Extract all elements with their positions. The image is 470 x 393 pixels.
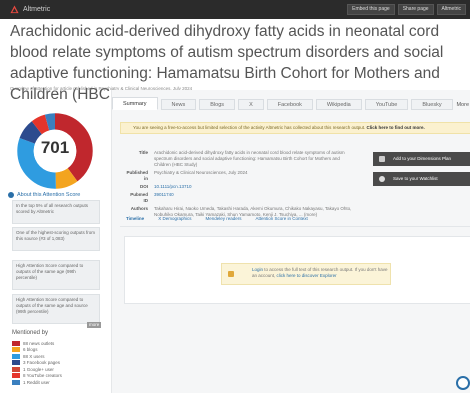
mention-label: 88 news outlets: [23, 340, 55, 346]
detail-row: Published in Psychiatry & Clinical Neuro…: [126, 170, 356, 182]
embed-page-button[interactable]: Embed this page: [347, 4, 395, 15]
facebook-swatch: [12, 360, 20, 366]
mention-list: 88 news outlets 6 blogs 88 X users 3 Fac…: [12, 340, 102, 386]
stat-box: High Attention Score compared to outputs…: [12, 294, 100, 324]
mention-label: 6 blogs: [23, 347, 38, 353]
lock-icon: [228, 271, 234, 277]
tab-news[interactable]: News: [160, 99, 197, 110]
article-details: Title Arachidonic acid-derived dihydroxy…: [126, 150, 356, 220]
x-swatch: [12, 353, 20, 359]
subtab-score-context[interactable]: Attention Score in Context: [255, 216, 307, 221]
reddit-swatch: [12, 379, 20, 385]
tab-blogs[interactable]: Blogs: [199, 99, 236, 110]
mention-label: 1 Reddit user: [23, 379, 50, 385]
brand-label: Altmetric: [23, 6, 51, 13]
alert-link[interactable]: Click here to find out more.: [366, 125, 424, 130]
mentioned-by-title: Mentioned by: [12, 330, 49, 336]
login-text: Login to access the full text of this re…: [252, 267, 388, 279]
subtab-demographics[interactable]: X Demographics: [158, 216, 191, 221]
action-label: Add to your Dimensions Plan: [393, 156, 452, 161]
limited-access-alert: You are seeing a free-to-access but limi…: [120, 122, 470, 134]
blogs-swatch: [12, 347, 20, 353]
plus-icon: [379, 156, 385, 162]
action-label: Save to your Watchlist: [393, 176, 438, 181]
stat-box: In the top 5% of all research outputs sc…: [12, 200, 100, 224]
google-swatch: [12, 366, 20, 372]
mention-reddit[interactable]: 1 Reddit user: [12, 379, 102, 386]
tab-more[interactable]: More: [456, 102, 469, 108]
login-panel: Login to access the full text of this re…: [124, 236, 470, 304]
help-chat-icon[interactable]: [456, 376, 470, 390]
mention-label: 88 X users: [23, 353, 45, 359]
stat-box: High Attention Score compared to outputs…: [12, 260, 100, 290]
brand[interactable]: Altmetric: [10, 5, 50, 14]
divider: [120, 226, 470, 227]
share-page-button[interactable]: Share page: [397, 4, 434, 15]
detail-key: Title: [138, 150, 148, 155]
tab-bluesky[interactable]: Bluesky: [411, 99, 453, 110]
about-score-link[interactable]: About this Attention Score: [8, 192, 102, 198]
detail-value: Arachidonic acid-derived dihydroxy fatty…: [154, 150, 345, 167]
sidebar: 701 About this Attention Score In the to…: [6, 100, 102, 393]
mention-label: 1 Google+ user: [23, 366, 54, 372]
tab-youtube[interactable]: YouTube: [364, 99, 409, 110]
subtab-bar: Timeline X Demographics Mendeley readers…: [126, 216, 308, 221]
topbar-actions: Embed this page Share page Altmetric: [347, 4, 466, 15]
detail-row: Title Arachidonic acid-derived dihydroxy…: [126, 150, 356, 168]
about-score-label: About this Attention Score: [17, 192, 81, 198]
tab-facebook[interactable]: Facebook: [266, 99, 313, 110]
more-button[interactable]: more: [87, 322, 102, 328]
add-to-plan-button[interactable]: Add to your Dimensions Plan: [373, 152, 470, 166]
altmetric-logo-icon: [10, 5, 19, 14]
info-icon: [8, 192, 14, 198]
login-link[interactable]: Login: [252, 267, 263, 272]
subtab-mendeley[interactable]: Mendeley readers: [205, 216, 241, 221]
main-panel: Summary News Blogs X Facebook Wikipedia …: [111, 90, 470, 393]
detail-value: Psychiatry & Clinical Neurosciences, Jul…: [154, 170, 248, 175]
alert-text: You are seeing a free-to-access but limi…: [133, 125, 366, 130]
mention-label: 3 Facebook pages: [23, 360, 61, 366]
tab-wikipedia[interactable]: Wikipedia: [315, 99, 362, 110]
attention-donut[interactable]: 701: [14, 110, 96, 192]
doi-link[interactable]: 10.1111/pcn.13710: [154, 184, 356, 190]
detail-key: DOI: [139, 184, 148, 189]
mention-label: 8 YouTube creators: [23, 373, 62, 379]
detail-key: Pubmed ID: [130, 192, 148, 203]
login-prompt: Login to access the full text of this re…: [221, 263, 391, 285]
detail-row: Pubmed ID 39011740: [126, 192, 356, 204]
bell-icon: [379, 176, 385, 182]
tab-bar: Summary News Blogs X Facebook Wikipedia …: [112, 96, 456, 110]
altmetric-menu-button[interactable]: Altmetric: [436, 4, 466, 15]
detail-row: DOI 10.1111/pcn.13710: [126, 184, 356, 190]
news-swatch: [12, 340, 20, 346]
subtab-timeline[interactable]: Timeline: [126, 216, 144, 221]
discover-explorer-link[interactable]: click here to discover Explorer: [277, 273, 337, 278]
tab-summary[interactable]: Summary: [112, 97, 158, 110]
top-bar: Altmetric Embed this page Share page Alt…: [0, 0, 470, 19]
youtube-swatch: [12, 373, 20, 379]
attention-score: 701: [40, 138, 70, 157]
tab-x[interactable]: X: [238, 99, 264, 110]
save-to-watchlist-button[interactable]: Save to your Watchlist: [373, 172, 470, 186]
detail-key: Published in: [126, 170, 148, 181]
stat-box: One of the highest-scoring outputs from …: [12, 227, 100, 251]
pubmed-link[interactable]: 39011740: [154, 192, 356, 204]
